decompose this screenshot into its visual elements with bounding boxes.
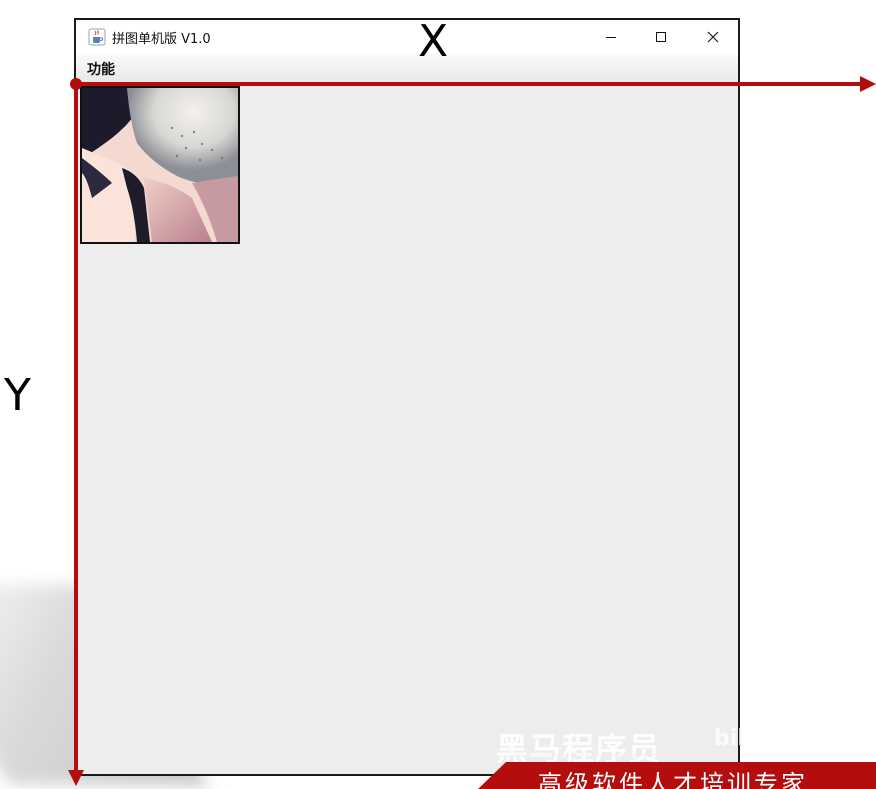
x-axis-arrow: [76, 76, 876, 92]
slogan-banner: 高级软件人才培训专家: [478, 762, 876, 789]
coordinate-axes-overlay: [68, 76, 876, 786]
x-axis-label: X: [418, 16, 449, 67]
y-axis-arrow: [68, 84, 84, 786]
y-axis-label: Y: [4, 370, 31, 421]
bilibili-logo: bilibili: [714, 726, 791, 751]
slogan-text: 高级软件人才培训专家: [538, 770, 808, 789]
origin-dot: [70, 78, 82, 90]
